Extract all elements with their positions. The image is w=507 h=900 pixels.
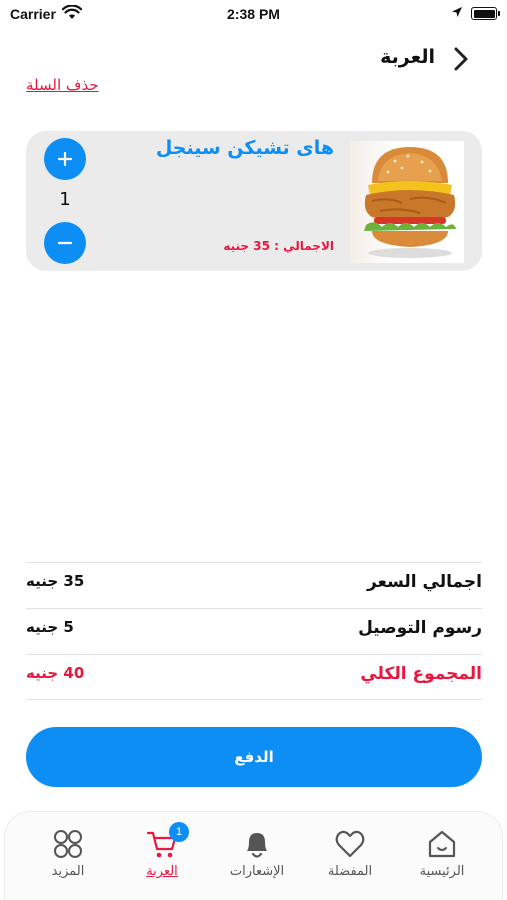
grand-total-row: المجموع الكلي 40 جنيه bbox=[26, 654, 482, 700]
delivery-label: رسوم التوصيل bbox=[358, 618, 482, 638]
tab-favorites[interactable]: المفضلة bbox=[305, 828, 395, 888]
tab-home-label: الرئيسية bbox=[419, 864, 465, 879]
item-total: الاجمالي : 35 جنيه bbox=[223, 239, 334, 253]
grand-total-value: 40 جنيه bbox=[26, 664, 85, 682]
subtotal-label: اجمالي السعر bbox=[366, 572, 482, 592]
subtotal-value: 35 جنيه bbox=[26, 572, 85, 590]
bell-icon bbox=[247, 833, 267, 858]
tab-more[interactable]: المزيد bbox=[23, 828, 113, 888]
tab-more-label: المزيد bbox=[51, 864, 85, 879]
increase-quantity-button[interactable] bbox=[44, 138, 86, 180]
tab-cart[interactable]: 1 العربة bbox=[117, 822, 207, 888]
decrease-quantity-button[interactable] bbox=[44, 222, 86, 264]
burger-image bbox=[350, 141, 464, 263]
quantity-value: 1 bbox=[59, 189, 71, 210]
status-time: 2:38 PM bbox=[227, 6, 280, 22]
location-arrow-icon bbox=[452, 7, 462, 17]
back-chevron-icon[interactable] bbox=[449, 46, 473, 72]
status-bar: Carrier 2:38 PM bbox=[0, 0, 507, 30]
minus-icon bbox=[58, 241, 72, 245]
cart-count-badge: 1 bbox=[169, 822, 189, 842]
grand-total-label: المجموع الكلي bbox=[360, 664, 482, 684]
plus-icon bbox=[58, 152, 72, 166]
page-title: العربة bbox=[380, 46, 435, 68]
item-name: هاى تشيكن سينجل bbox=[155, 137, 334, 159]
tab-notifications[interactable]: الإشعارات bbox=[212, 828, 302, 888]
order-summary: اجمالي السعر 35 جنيه رسوم التوصيل 5 جنيه… bbox=[26, 562, 482, 700]
pay-button[interactable]: الدفع bbox=[26, 727, 482, 787]
home-icon bbox=[428, 830, 456, 858]
tab-notifications-label: الإشعارات bbox=[229, 864, 285, 879]
delivery-row: رسوم التوصيل 5 جنيه bbox=[26, 608, 482, 654]
tab-home[interactable]: الرئيسية bbox=[397, 828, 487, 888]
tab-favorites-label: المفضلة bbox=[327, 864, 373, 879]
battery-icon bbox=[471, 7, 500, 20]
grid-icon bbox=[54, 830, 82, 858]
tab-cart-label: العربة bbox=[146, 864, 178, 879]
clear-cart-link[interactable]: حذف السلة bbox=[26, 76, 99, 94]
delivery-value: 5 جنيه bbox=[26, 618, 74, 636]
cart-item-card: 1 هاى تشيكن سينجل الاجمالي : 35 جنيه bbox=[26, 131, 482, 271]
bottom-tab-bar: المزيد 1 العربة الإشعارات المفضلة الرئيس… bbox=[4, 811, 503, 900]
subtotal-row: اجمالي السعر 35 جنيه bbox=[26, 562, 482, 608]
heart-icon bbox=[335, 830, 365, 858]
